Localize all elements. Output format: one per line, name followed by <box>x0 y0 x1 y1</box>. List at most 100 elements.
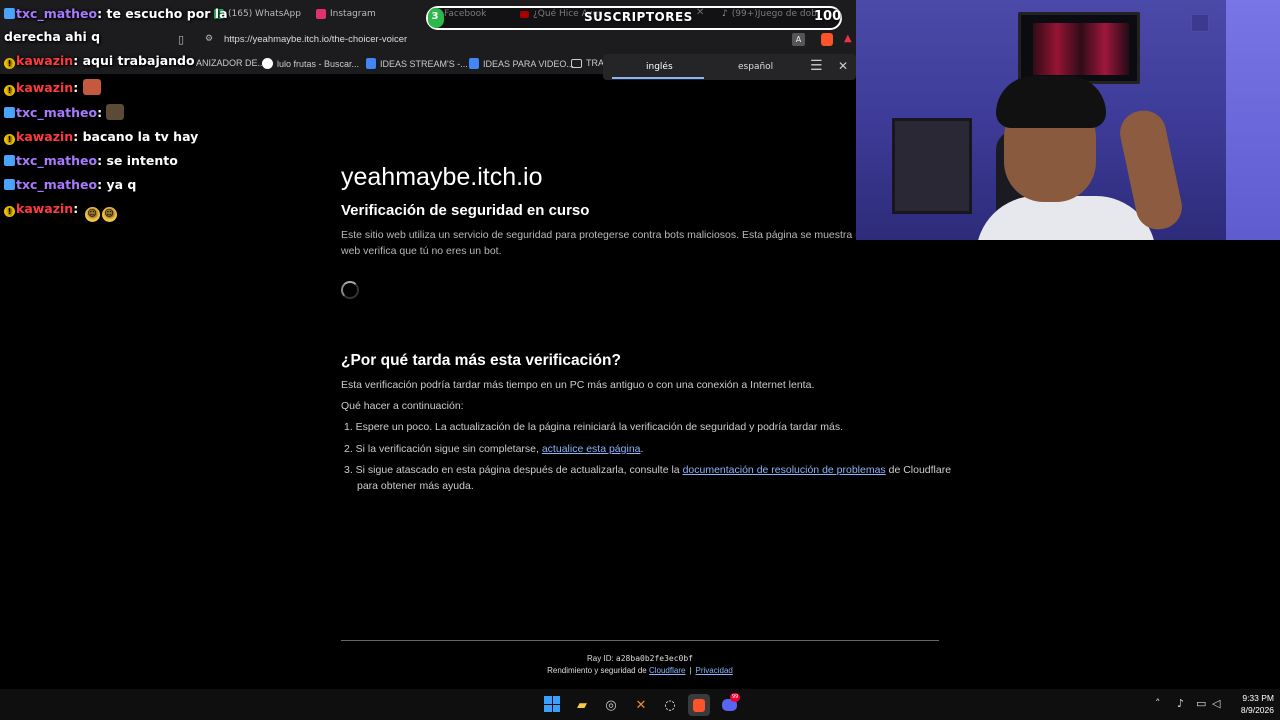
chat-message: ! kawazin: aqui trabajando <box>4 53 195 69</box>
close-icon[interactable]: ✕ <box>838 59 848 73</box>
bookmark-label: ANIZADOR DE... <box>196 58 266 68</box>
brave-rewards-icon[interactable]: ▲ <box>844 33 852 44</box>
footer-separator: | <box>689 666 692 675</box>
chat-message: txc_matheo: se intento <box>4 153 178 168</box>
chat-username: kawazin <box>16 201 74 216</box>
app-icon[interactable]: ✕ <box>630 694 652 716</box>
chat-username: kawazin <box>16 129 74 144</box>
page-title: yeahmaybe.itch.io <box>341 163 543 191</box>
footer-divider <box>341 640 939 641</box>
chat-message: ! kawazin: <box>4 79 101 96</box>
tv-screen <box>1033 23 1129 75</box>
streamer-hair <box>996 76 1106 128</box>
ray-id: Ray ID: a28ba0b2fe3ec0bf <box>341 654 939 663</box>
file-explorer-icon[interactable]: ▰ <box>571 694 593 716</box>
ray-id-value: a28ba0b2fe3ec0bf <box>615 654 693 663</box>
tab-label: (165) WhatsApp <box>228 9 301 19</box>
privacy-link[interactable]: Privacidad <box>696 666 733 675</box>
notification-badge: 99 <box>730 693 740 702</box>
bookmark-item[interactable]: ANIZADOR DE... <box>196 58 265 68</box>
chat-username: txc_matheo <box>16 6 98 21</box>
chat-separator: : <box>73 129 83 144</box>
bits-badge-icon: ! <box>4 85 15 96</box>
step-1: 1. Espere un poco. La actualización de l… <box>344 421 844 433</box>
refresh-page-link[interactable]: actualice esta página <box>542 443 641 455</box>
clock-time[interactable]: 9:33 PM <box>1230 693 1274 703</box>
docs-icon <box>469 58 479 69</box>
bits-badge-icon: ! <box>4 58 15 69</box>
cloudflare-link[interactable]: Cloudflare <box>649 666 685 675</box>
chat-username: txc_matheo <box>16 177 98 192</box>
google-icon <box>262 58 273 69</box>
tab-label: Instagram <box>330 9 376 19</box>
prime-badge-icon <box>4 8 15 19</box>
bookmark-item[interactable]: lulo frutas - Buscar... <box>262 58 359 69</box>
screen: (165) WhatsApp Instagram Facebook ¿Qué H… <box>0 0 1280 720</box>
loading-spinner-icon <box>341 281 359 299</box>
clock-date[interactable]: 8/9/2026 <box>1226 705 1274 715</box>
url-field[interactable]: https://yeahmaybe.itch.io/the-choicer-vo… <box>224 34 407 45</box>
background-light <box>1226 0 1280 240</box>
menu-icon[interactable]: ☰ <box>810 58 823 74</box>
wall-tv <box>1018 12 1140 84</box>
bookmark-item[interactable]: IDEAS PARA VIDEO... <box>469 58 574 69</box>
subscriber-label: SUSCRIPTORES <box>584 10 693 24</box>
bookmark-label: TRA <box>586 58 604 68</box>
description-line: web verifica que tú no eres un bot. <box>341 245 502 257</box>
chat-message: ! kawazin: bacano la tv hay <box>4 129 198 145</box>
footer-credits: Rendimiento y seguridad de Cloudflare | Pr… <box>341 666 939 675</box>
volume-icon[interactable]: ◁ <box>1212 697 1220 710</box>
chat-separator: : <box>73 53 83 68</box>
bookmark-icon[interactable]: ▯ <box>178 33 184 46</box>
step-3-continued: para obtener más ayuda. <box>357 480 474 492</box>
site-settings-icon[interactable]: ⚙ <box>205 34 213 44</box>
subscriber-goal: 100 <box>814 9 842 24</box>
ray-id-label: Ray ID: <box>587 654 616 663</box>
chat-username: kawazin <box>16 53 74 68</box>
chat-message: txc_matheo: <box>4 104 125 120</box>
step-3: 3. Si sigue atascado en esta página desp… <box>344 464 951 476</box>
obs-icon[interactable]: ◎ <box>600 694 622 716</box>
bits-badge-icon: ! <box>4 134 15 145</box>
windows-start-icon[interactable] <box>544 696 560 712</box>
bookmark-label: lulo frutas - Buscar... <box>277 58 360 69</box>
bookmark-label: IDEAS STREAM'S -... <box>380 58 468 69</box>
translate-target-tab[interactable]: español <box>738 62 773 72</box>
chat-message: ! kawazin: ☺ ☺ <box>4 201 117 222</box>
chat-separator: : <box>73 201 83 216</box>
bits-badge-icon: ! <box>4 206 15 217</box>
chat-text: te escucho por la <box>106 6 228 21</box>
verification-heading: Verificación de seguridad en curso <box>341 202 590 219</box>
prime-badge-icon <box>4 107 15 118</box>
translate-source-tab[interactable]: inglés <box>646 62 673 72</box>
troubleshooting-docs-link[interactable]: documentación de resolución de problemas <box>683 464 886 476</box>
prime-badge-icon <box>4 155 15 166</box>
translate-icon[interactable]: A <box>792 33 805 46</box>
chat-separator: : <box>73 80 83 95</box>
chat-username: txc_matheo <box>16 153 98 168</box>
bookmark-folder[interactable]: TRA <box>571 58 604 68</box>
wall-poster <box>892 118 972 214</box>
discord-icon[interactable]: 99 <box>718 693 740 716</box>
active-tab-indicator <box>612 77 704 79</box>
tab-instagram[interactable]: Instagram <box>316 5 376 23</box>
docs-icon <box>366 58 376 69</box>
bookmark-label: IDEAS PARA VIDEO... <box>483 58 574 69</box>
chat-username: txc_matheo <box>16 105 98 120</box>
chevron-up-icon[interactable]: ˄ <box>1155 697 1161 710</box>
brave-shield-icon[interactable] <box>821 33 833 46</box>
bookmark-item[interactable]: IDEAS STREAM'S -... <box>366 58 468 69</box>
microphone-icon[interactable]: ♪ <box>1177 697 1184 710</box>
step-2: 2. Si la verificación sigue sin completa… <box>344 443 643 455</box>
chat-message: derecha ahi q <box>4 29 100 44</box>
app-icon[interactable]: ◌ <box>659 694 681 716</box>
brave-browser-icon[interactable] <box>688 694 710 716</box>
subscriber-count: 3 <box>429 8 441 26</box>
prime-badge-icon <box>4 179 15 190</box>
chat-text: derecha ahi q <box>4 29 101 44</box>
folder-icon <box>571 58 582 68</box>
why-heading: ¿Por qué tarda más esta verificación? <box>341 352 621 369</box>
laughing-emoji-icon: ☺ <box>101 207 117 222</box>
chat-text: ya q <box>106 177 137 192</box>
network-icon[interactable]: ▭ <box>1196 697 1206 710</box>
